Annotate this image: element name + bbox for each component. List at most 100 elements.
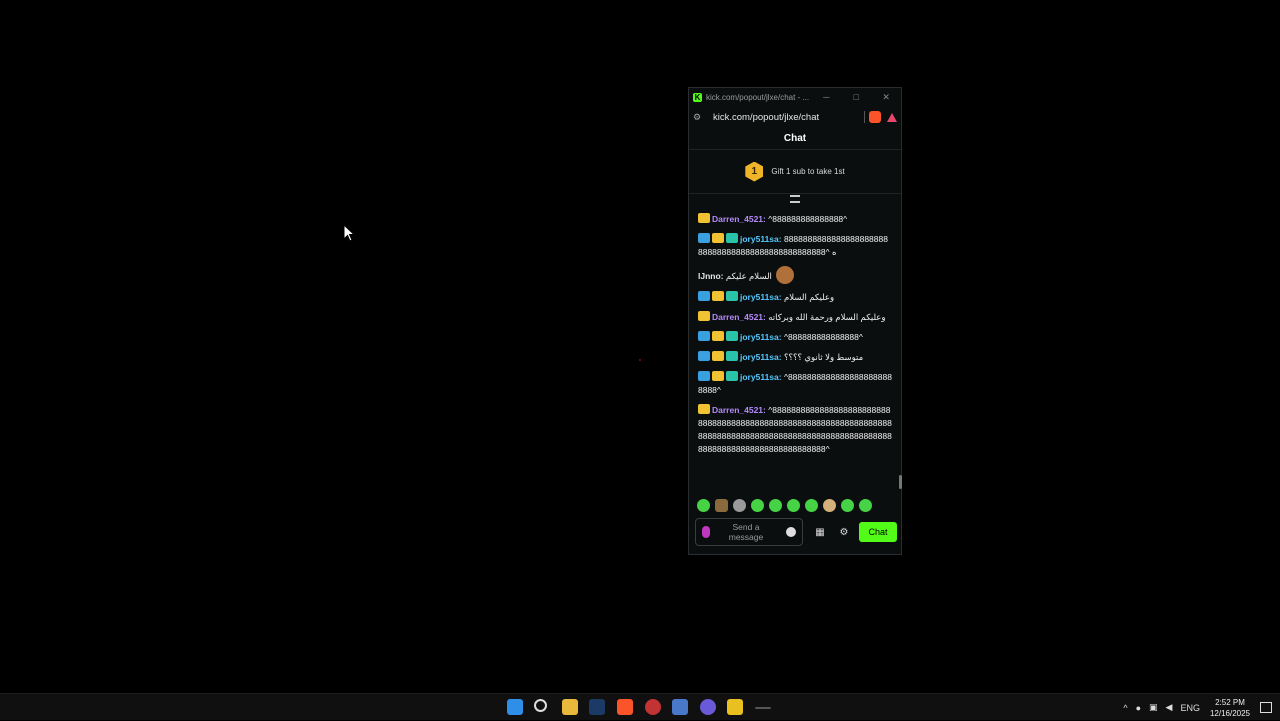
chat-message: jory511sa: ^888888888888888^ xyxy=(698,331,892,344)
chat-username[interactable]: jory511sa xyxy=(740,352,779,362)
message-input[interactable]: Send a message xyxy=(695,518,803,546)
emote-icon[interactable] xyxy=(823,498,836,512)
network-icon[interactable]: ▣ xyxy=(1149,702,1158,713)
brave-shields-icon[interactable] xyxy=(869,111,881,123)
discord-icon[interactable] xyxy=(700,699,716,715)
pick-badge-icon[interactable] xyxy=(698,291,710,301)
obs-icon[interactable] xyxy=(645,699,661,715)
chat-username[interactable]: jory511sa xyxy=(740,332,779,342)
maximize-button[interactable]: □ xyxy=(841,88,871,106)
steam-icon[interactable] xyxy=(589,699,605,715)
crown-badge-icon[interactable] xyxy=(712,331,724,341)
emote-icon[interactable] xyxy=(751,498,764,512)
app-icon[interactable] xyxy=(727,699,743,715)
brave-browser-icon[interactable] xyxy=(617,699,633,715)
chat-message: lJnno: السلام عليكم xyxy=(698,266,892,284)
gift-badge-icon[interactable] xyxy=(726,331,738,341)
crown-badge-icon[interactable] xyxy=(712,371,724,381)
crown-badge-icon[interactable] xyxy=(698,311,710,321)
store-icon[interactable]: ▦ xyxy=(813,525,827,539)
desktop[interactable] xyxy=(0,0,1280,693)
send-chat-button[interactable]: Chat xyxy=(859,522,897,542)
chat-message-text: وعليكم السلام xyxy=(783,292,835,302)
clock[interactable]: 2:52 PM 12/16/2025 xyxy=(1210,697,1250,719)
chat-input-row: Send a message ▦ ⚙ Chat xyxy=(695,518,899,546)
app-icon[interactable] xyxy=(672,699,688,715)
file-explorer-icon[interactable] xyxy=(562,699,578,715)
emote-icon[interactable] xyxy=(715,498,728,512)
emote-icon[interactable] xyxy=(769,498,782,512)
pick-badge-icon[interactable] xyxy=(698,331,710,341)
search-icon[interactable] xyxy=(534,699,547,712)
language-indicator[interactable]: ENG xyxy=(1180,703,1200,713)
chat-username[interactable]: jory511sa xyxy=(740,372,779,382)
clock-time: 2:52 PM xyxy=(1215,697,1245,707)
pick-badge-icon[interactable] xyxy=(698,233,710,243)
gift-text: Gift 1 sub to take 1st xyxy=(771,167,845,176)
close-button[interactable]: ✕ xyxy=(871,88,901,106)
chat-popup-window: K kick.com/popout/jlxe/chat - ... ─ □ ✕ … xyxy=(688,87,902,555)
chat-message-text: وعليكم السلام ورحمة الله وبركاته xyxy=(768,312,886,322)
windows-start-icon[interactable] xyxy=(507,699,523,715)
chat-header: Chat xyxy=(689,128,901,150)
address-bar[interactable]: ⚙ kick.com/popout/jlxe/chat xyxy=(689,106,901,128)
emote-icon[interactable] xyxy=(787,498,800,512)
chat-scrollbar[interactable] xyxy=(899,475,902,489)
microphone-icon[interactable] xyxy=(702,526,710,538)
title-bar[interactable]: K kick.com/popout/jlxe/chat - ... ─ □ ✕ xyxy=(689,88,901,106)
clock-date: 12/16/2025 xyxy=(1209,708,1250,718)
chat-message: jory511sa: وعليكم السلام xyxy=(698,291,892,304)
gear-icon[interactable]: ⚙ xyxy=(837,525,851,539)
emote-icon[interactable] xyxy=(841,498,854,512)
taskbar: ^ ● ▣ ◀ ENG 2:52 PM 12/16/2025 xyxy=(0,693,1280,720)
gift-badge-icon[interactable] xyxy=(726,351,738,361)
pinned-toggle[interactable] xyxy=(689,194,901,204)
crown-badge-icon[interactable] xyxy=(712,233,724,243)
notification-icon[interactable] xyxy=(1260,702,1272,713)
chat-message: Darren_4521: ^888888888888888^ xyxy=(698,213,892,226)
chat-username[interactable]: jory511sa xyxy=(740,292,779,302)
expand-icon xyxy=(790,195,800,203)
kick-logo-icon: K xyxy=(693,92,702,102)
pick-badge-icon[interactable] xyxy=(698,371,710,381)
mouse-cursor-icon xyxy=(343,224,355,242)
chat-username[interactable]: jory511sa xyxy=(740,234,779,244)
chevron-up-icon[interactable]: ^ xyxy=(1123,703,1127,713)
chat-message: jory511sa: 88888888888888888888888888888… xyxy=(698,233,892,259)
pick-badge-icon[interactable] xyxy=(698,351,710,361)
system-tray: ^ ● ▣ ◀ ENG 2:52 PM 12/16/2025 xyxy=(1115,694,1280,721)
gift-badge-icon[interactable] xyxy=(726,291,738,301)
divider xyxy=(864,111,865,123)
chat-message: Darren_4521: ^88888888888888888888888888… xyxy=(698,404,892,456)
emote-icon[interactable] xyxy=(733,498,746,512)
chat-username[interactable]: Darren_4521 xyxy=(712,214,763,224)
minimize-button[interactable]: ─ xyxy=(811,88,841,106)
crown-badge-icon[interactable] xyxy=(698,404,710,414)
gift-badge-icon[interactable] xyxy=(726,233,738,243)
microphone-icon[interactable]: ● xyxy=(1136,703,1141,713)
chat-username[interactable]: Darren_4521 xyxy=(712,312,763,322)
chat-message-list[interactable]: Darren_4521: ^888888888888888^ jory511sa:… xyxy=(689,213,901,493)
rank-badge-icon: 1 xyxy=(745,161,764,182)
crown-badge-icon[interactable] xyxy=(712,291,724,301)
chat-message: jory511sa: ^88888888888888888888888888^ xyxy=(698,371,892,397)
site-settings-icon[interactable]: ⚙ xyxy=(693,112,707,123)
gift-leaderboard[interactable]: 1 Gift 1 sub to take 1st xyxy=(689,150,901,194)
brave-rewards-icon[interactable] xyxy=(887,112,897,122)
gift-badge-icon[interactable] xyxy=(726,371,738,381)
app-icon[interactable] xyxy=(755,707,771,709)
emote-icon[interactable] xyxy=(859,498,872,512)
chat-username[interactable]: lJnno xyxy=(698,271,721,281)
emote-icon[interactable] xyxy=(697,498,710,512)
url-text[interactable]: kick.com/popout/jlxe/chat xyxy=(713,112,864,123)
volume-icon[interactable]: ◀ xyxy=(1166,702,1173,713)
stray-pixel xyxy=(639,359,641,361)
chat-message-text: ^888888888888888^ xyxy=(768,214,848,224)
crown-badge-icon[interactable] xyxy=(698,213,710,223)
crown-badge-icon[interactable] xyxy=(712,351,724,361)
chat-message: jory511sa: متوسط ولا ثانوي ؟؟؟؟ xyxy=(698,351,892,364)
chat-message-text: ^888888888888888^ xyxy=(783,332,863,342)
chat-username[interactable]: Darren_4521 xyxy=(712,405,763,415)
emote-icon[interactable] xyxy=(805,498,818,512)
emoji-picker-icon[interactable] xyxy=(786,527,796,537)
